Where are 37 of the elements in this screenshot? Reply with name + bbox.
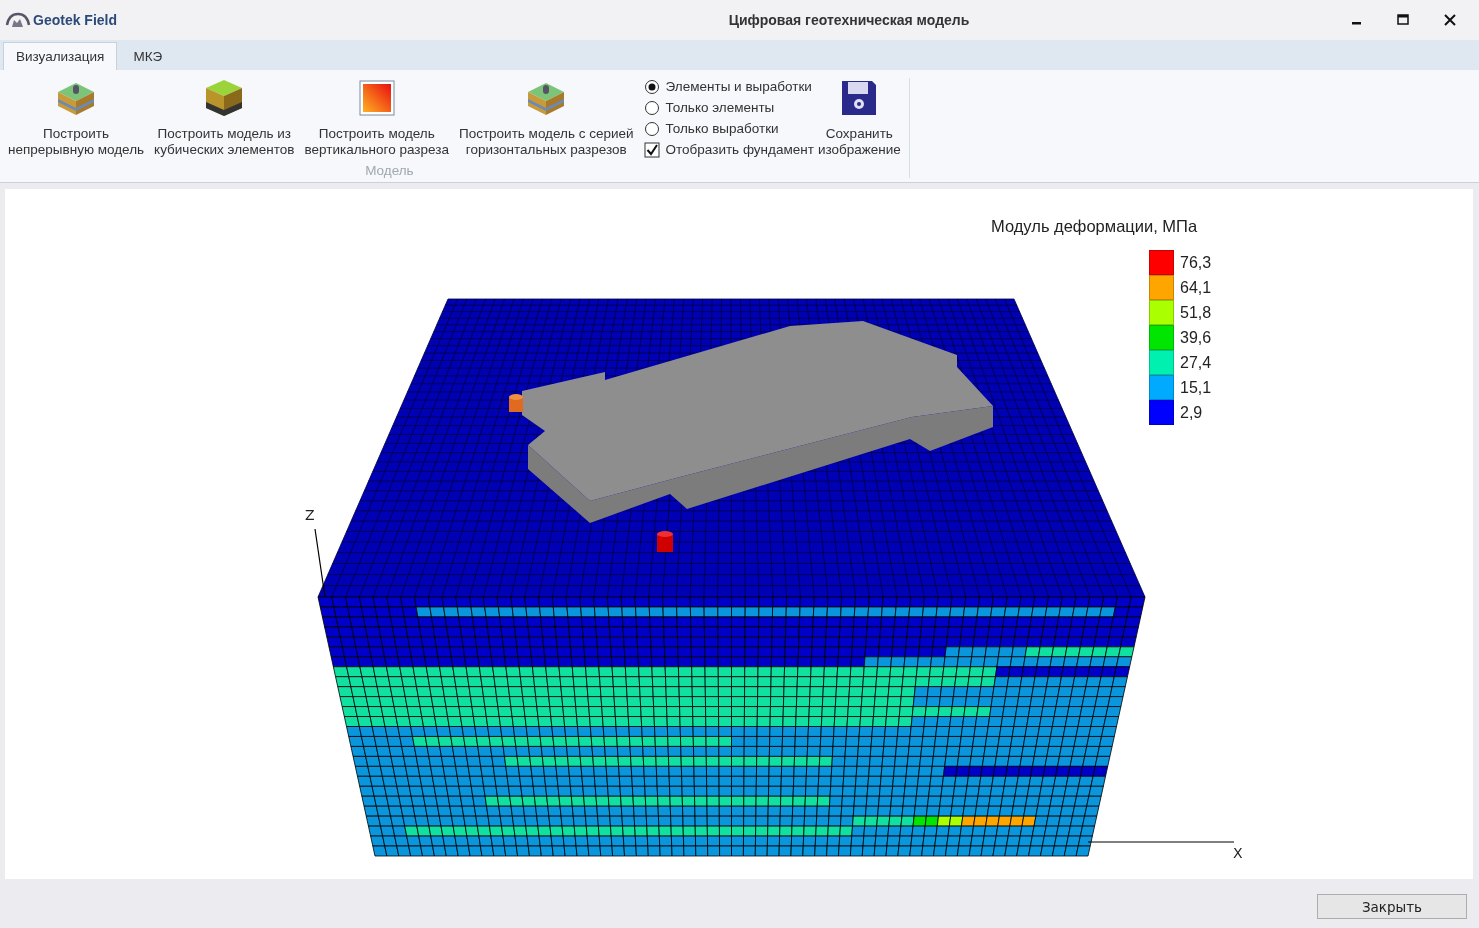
legend-value: 39,6 (1180, 328, 1212, 347)
legend-value: 51,8 (1180, 303, 1212, 322)
radio-button[interactable] (643, 79, 660, 95)
section-icon (357, 78, 396, 118)
legend-title: Модуль деформации, МПа (991, 217, 1198, 236)
borehole-marker (509, 394, 523, 412)
window-title: Цифровая геотехническая модель (727, 12, 971, 28)
toolbar-button[interactable]: Построить модель из кубических элементов (154, 78, 295, 158)
logo-icon (5, 11, 31, 29)
borehole-marker (657, 531, 673, 552)
legend-value: 27,4 (1180, 353, 1212, 372)
checkbox[interactable] (643, 142, 660, 158)
soil-cube-icon (204, 78, 245, 118)
axis-label: Z (305, 507, 315, 523)
z-axis-line (314, 528, 326, 598)
close-button[interactable]: Закрыть (1317, 894, 1467, 919)
option-label[interactable]: Отобразить фундамент (665, 141, 814, 159)
radio-button[interactable] (643, 100, 660, 116)
option-label[interactable]: Элементы и выработки (665, 78, 812, 96)
radio-button[interactable] (643, 121, 660, 137)
save-image-button[interactable]: Сохранить изображение (817, 78, 901, 158)
tab[interactable]: МКЭ (121, 42, 175, 70)
toolbar-button[interactable]: Построить непрерывную модель (8, 78, 145, 158)
legend-value: 64,1 (1180, 278, 1212, 297)
group-label: Модель (364, 163, 415, 178)
close-icon[interactable] (1441, 12, 1458, 28)
maximize-icon[interactable] (1395, 12, 1411, 28)
legend-value: 76,3 (1180, 253, 1212, 272)
toolbar-button[interactable]: Построить модель вертикального разреза (304, 78, 449, 158)
legend-value: 2,9 (1180, 403, 1203, 422)
tab[interactable]: Визуализация (3, 42, 118, 70)
option-label[interactable]: Только выработки (665, 120, 779, 138)
app-name: Geotek Field (33, 12, 118, 28)
axis-label: X (1233, 845, 1243, 861)
toolbar-button[interactable]: Построить модель с серией горизонтальных разрезов (458, 78, 634, 158)
option-label[interactable]: Только элементы (665, 99, 775, 117)
legend-value: 15,1 (1180, 378, 1212, 397)
